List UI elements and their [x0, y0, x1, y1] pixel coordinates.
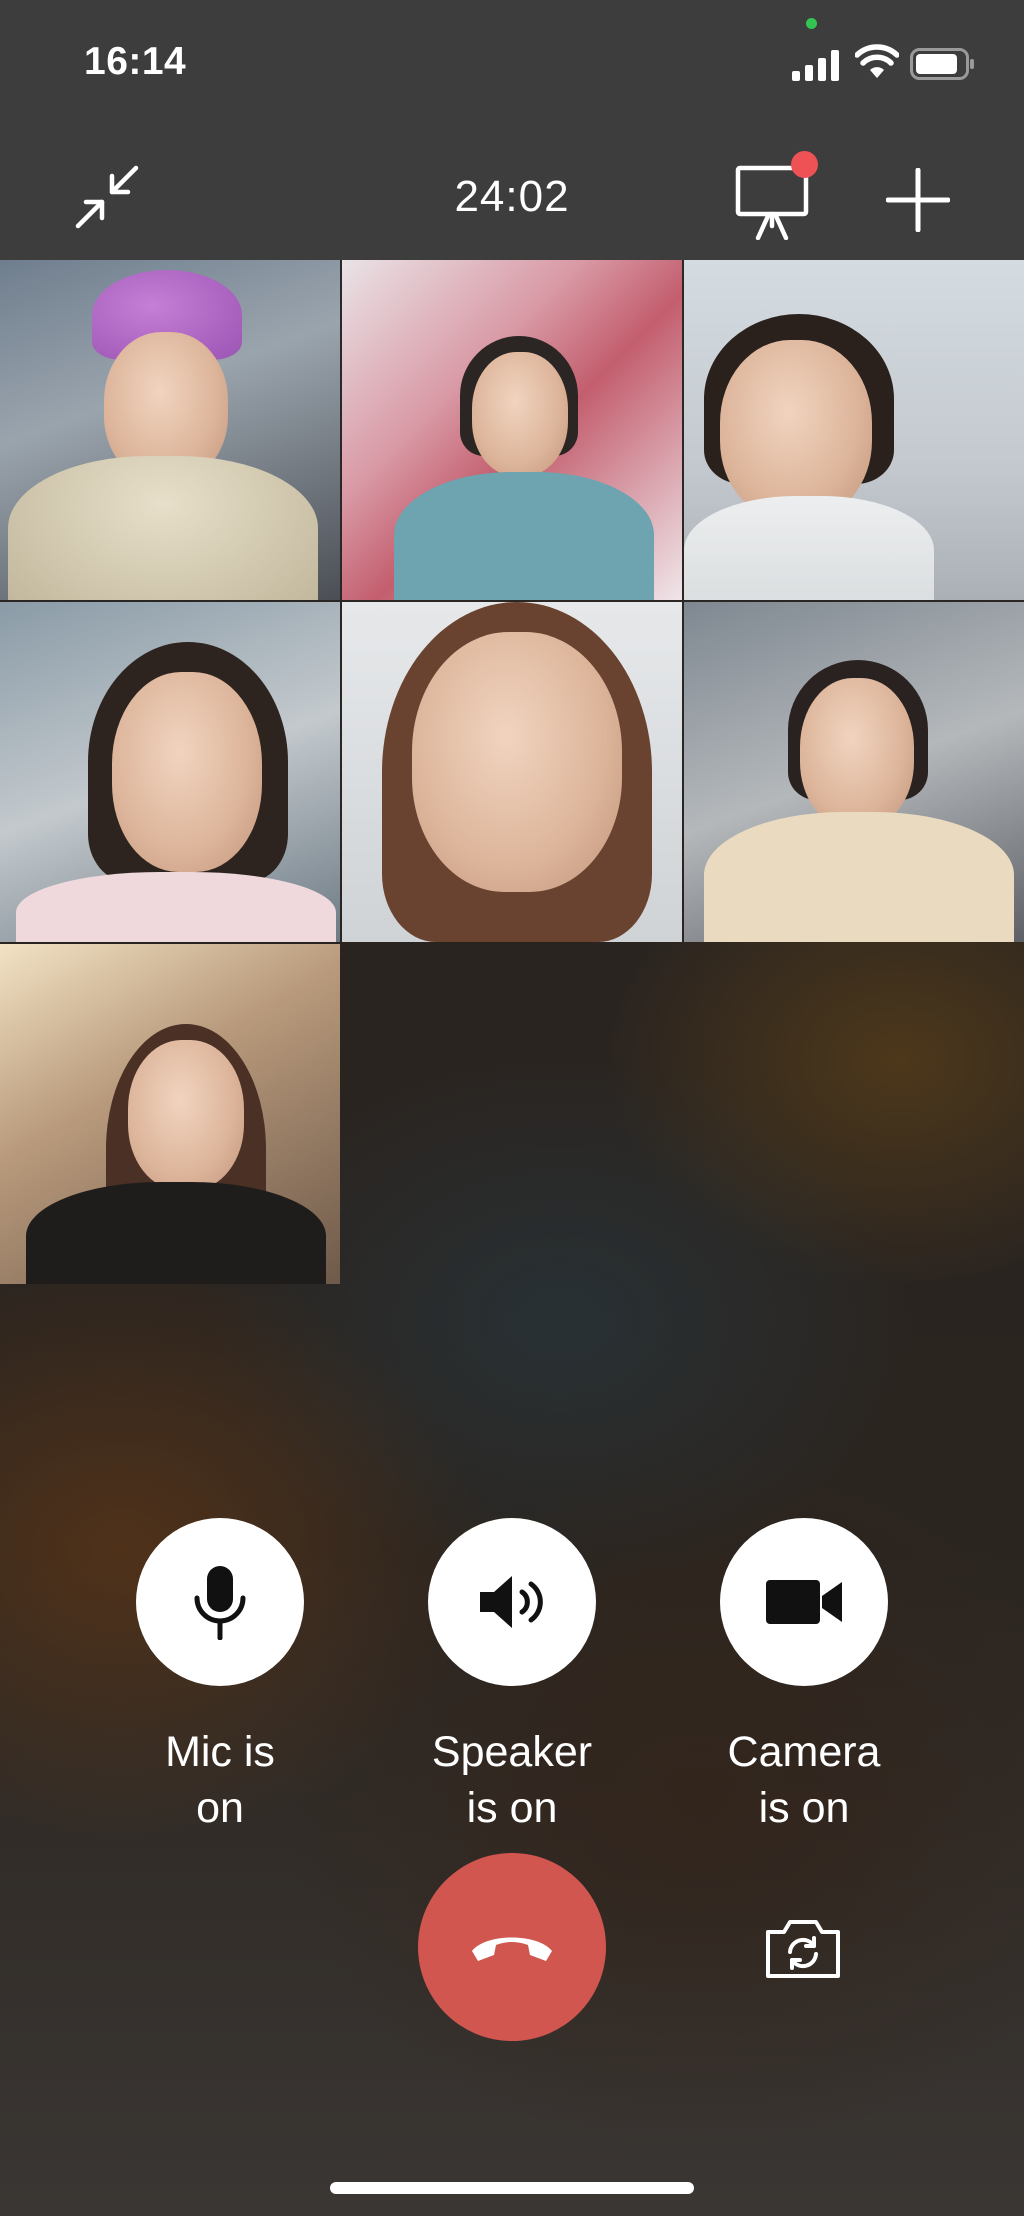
speaker-toggle-button[interactable]	[428, 1518, 596, 1686]
call-timer: 24:02	[454, 172, 570, 221]
wifi-icon	[855, 44, 899, 78]
participant-video-tile[interactable]	[342, 602, 682, 942]
status-bar: 16:14	[0, 0, 1024, 130]
camera-control: Camera is on	[720, 1518, 888, 1836]
hang-up-button[interactable]	[418, 1853, 606, 2041]
flip-camera-icon[interactable]	[764, 1914, 842, 1980]
home-indicator[interactable]	[330, 2182, 694, 2194]
video-grid	[0, 260, 1024, 1284]
camera-status-label: Camera is on	[727, 1728, 881, 1832]
mic-toggle-button[interactable]	[136, 1518, 304, 1686]
participant-video-tile[interactable]	[342, 260, 682, 600]
participant-video-tile[interactable]	[0, 260, 340, 600]
status-time: 16:14	[84, 40, 187, 83]
video-camera-icon	[766, 1580, 842, 1624]
speaker-control: Speaker is on	[428, 1518, 596, 1836]
battery-icon	[910, 48, 974, 80]
microphone-icon	[194, 1566, 246, 1640]
participant-video-tile[interactable]	[0, 944, 340, 1284]
speaker-status-label: Speaker is on	[431, 1728, 593, 1832]
camera-toggle-button[interactable]	[720, 1518, 888, 1686]
signal-icon	[792, 50, 839, 81]
notification-badge	[791, 151, 818, 178]
add-participant-button[interactable]	[885, 167, 951, 233]
participant-video-tile[interactable]	[0, 602, 340, 942]
participant-video-tile[interactable]	[684, 260, 1024, 600]
mic-control: Mic is on	[136, 1518, 304, 1836]
speaker-icon	[480, 1576, 543, 1628]
mic-status-label: Mic is on	[165, 1728, 275, 1832]
call-header: 24:02	[0, 140, 1024, 250]
privacy-indicator-dot	[806, 18, 817, 29]
participant-video-tile[interactable]	[684, 602, 1024, 942]
add-icon	[885, 167, 951, 233]
hang-up-icon	[472, 1937, 552, 1961]
